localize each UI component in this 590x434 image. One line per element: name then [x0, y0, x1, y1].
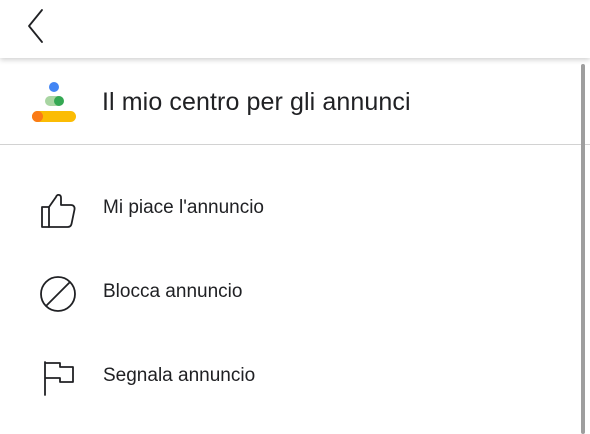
- block-ad-label: Blocca annuncio: [103, 281, 243, 302]
- top-app-bar: [0, 0, 590, 58]
- thumbs-up-icon: [41, 193, 76, 228]
- block-ad-item[interactable]: Blocca annuncio: [0, 262, 578, 322]
- scrollbar[interactable]: [581, 64, 585, 434]
- back-button[interactable]: [18, 6, 58, 46]
- page-title: Il mio centro per gli annunci: [102, 88, 411, 116]
- report-ad-item[interactable]: Segnala annuncio: [0, 346, 578, 406]
- back-chevron-icon: [28, 9, 43, 43]
- flag-icon: [44, 361, 74, 396]
- block-icon: [40, 276, 76, 312]
- ad-center-header[interactable]: Il mio centro per gli annunci: [0, 58, 590, 145]
- ad-menu-page: Il mio centro per gli annunci Mi piace l…: [0, 0, 590, 434]
- like-ad-item[interactable]: Mi piace l'annuncio: [0, 178, 578, 238]
- like-ad-label: Mi piace l'annuncio: [103, 197, 264, 218]
- report-ad-label: Segnala annuncio: [103, 365, 256, 386]
- my-ad-center-logo-icon: [32, 82, 76, 122]
